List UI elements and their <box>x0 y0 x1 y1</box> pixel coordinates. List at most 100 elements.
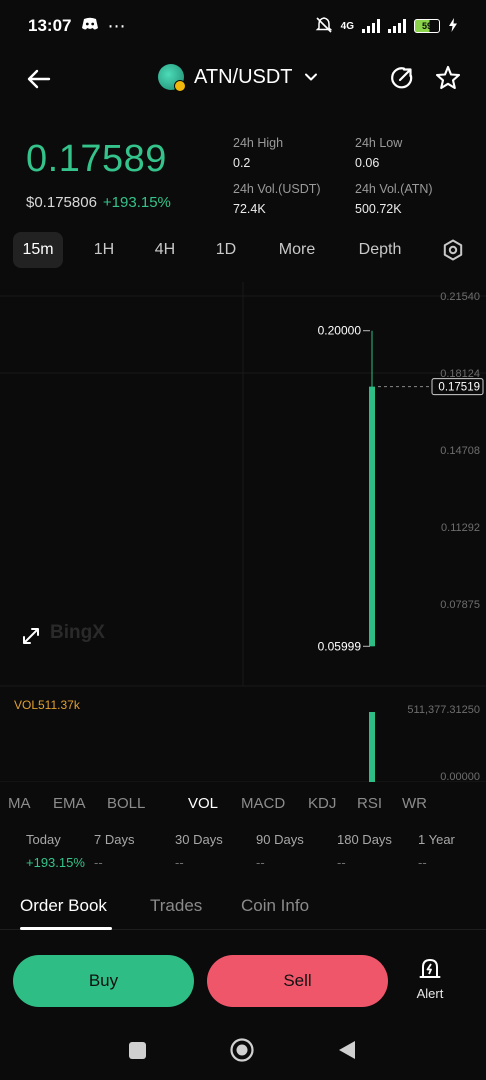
perf-label: 1 Year <box>418 832 455 847</box>
usd-price-row: $0.175806 +193.15% <box>26 194 171 211</box>
pair-selector[interactable]: ATN/USDT <box>158 64 319 92</box>
indicator-ema[interactable]: EMA <box>53 795 86 812</box>
coin-logo-icon <box>158 64 186 92</box>
recent-apps-icon[interactable] <box>129 1042 146 1059</box>
back-arrow-icon[interactable] <box>24 64 54 94</box>
perf-90-days: 90 Days -- <box>256 832 304 870</box>
buy-button[interactable]: Buy <box>13 955 194 1007</box>
price-chart[interactable]: 0.215400.181240.147080.112920.07875 Bing… <box>0 282 486 782</box>
perf-label: 7 Days <box>94 832 135 847</box>
high-price-label: 0.20000 <box>318 324 362 338</box>
indicator-kdj[interactable]: KDJ <box>308 795 336 812</box>
volume-tick-label: 0.00000 <box>440 771 480 782</box>
y-tick-label: 0.14708 <box>440 445 480 457</box>
perf-value: -- <box>256 855 265 870</box>
system-nav-bar <box>129 1038 355 1062</box>
stat-24h-low: 24h Low 0.06 <box>355 136 402 170</box>
pair-title: ATN/USDT <box>194 65 293 88</box>
indicator-vol[interactable]: VOL <box>188 795 218 812</box>
indicator-boll[interactable]: BOLL <box>107 795 145 812</box>
usd-price: $0.175806 <box>26 194 97 211</box>
timeframe-more[interactable]: More <box>270 232 324 268</box>
last-price-label: 0.17519 <box>438 382 480 394</box>
stat-24h-vol-atn: 24h Vol.(ATN) 500.72K <box>355 182 433 216</box>
indicator-wr[interactable]: WR <box>402 795 427 812</box>
perf-value: -- <box>337 855 346 870</box>
stat-label: 24h Low <box>355 136 403 150</box>
stat-label: 24h High <box>233 136 284 150</box>
expand-icon[interactable] <box>23 628 39 644</box>
y-tick-label: 0.11292 <box>441 522 480 534</box>
signal-2-icon <box>388 19 406 33</box>
chart-settings-icon[interactable] <box>441 238 465 262</box>
perf-value: -- <box>175 855 184 870</box>
price-change: +193.15% <box>102 194 171 211</box>
indicator-macd[interactable]: MACD <box>241 795 285 812</box>
tab-coin-info[interactable]: Coin Info <box>241 896 309 916</box>
mute-icon <box>315 16 333 37</box>
signal-icon <box>362 19 380 33</box>
stat-value: 0.06 <box>355 156 380 170</box>
alert-button[interactable]: Alert <box>404 956 456 1008</box>
stat-label: 24h Vol.(USDT) <box>233 182 321 196</box>
home-icon[interactable] <box>230 1038 254 1062</box>
volume-bars <box>369 712 375 782</box>
volume-bar <box>369 712 375 782</box>
timeframe-1d[interactable]: 1D <box>206 232 246 268</box>
perf-1-year: 1 Year -- <box>418 832 455 870</box>
perf-label: 180 Days <box>337 832 392 847</box>
perf-7-days: 7 Days -- <box>94 832 134 870</box>
status-bar: 13:07 ⋯ 4G 59 <box>0 0 486 52</box>
watermark: BingX <box>50 622 105 643</box>
more-notifications-icon: ⋯ <box>107 15 127 36</box>
y-tick-label: 0.07875 <box>440 599 480 611</box>
volume-tick-label: 511,377.31250 <box>407 704 480 716</box>
indicator-ma[interactable]: MA <box>8 795 31 812</box>
share-icon[interactable] <box>388 64 416 92</box>
network-type: 4G <box>340 20 354 32</box>
timeframe-4h[interactable]: 4H <box>145 232 185 268</box>
stat-24h-high: 24h High 0.2 <box>233 136 283 170</box>
y-tick-label: 0.21540 <box>440 291 480 303</box>
status-time: 13:07 <box>28 16 72 35</box>
volume-axis: 511,377.31250 0.00000 <box>407 704 480 782</box>
alert-bell-icon <box>419 958 441 978</box>
battery-icon: 59 <box>414 19 440 33</box>
tab-order-book[interactable]: Order Book <box>20 896 107 916</box>
y-axis: 0.215400.181240.147080.112920.07875 <box>440 291 480 611</box>
discord-icon <box>81 16 99 36</box>
stat-value: 0.2 <box>233 156 251 170</box>
perf-label: 30 Days <box>175 832 223 847</box>
header: ATN/USDT <box>0 52 486 106</box>
indicator-rsi[interactable]: RSI <box>357 795 382 812</box>
stat-label: 24h Vol.(ATN) <box>355 182 433 196</box>
last-price: 0.17589 <box>26 138 167 180</box>
bottom-tabs: Order Book Trades Coin Info <box>0 890 486 930</box>
perf-today: Today +193.15% <box>26 832 85 870</box>
volume-label: VOL511.37k <box>14 698 81 712</box>
back-nav-icon[interactable] <box>339 1041 355 1059</box>
perf-30-days: 30 Days -- <box>175 832 223 870</box>
timeframe-bar: 15m 1H 4H 1D More Depth <box>0 232 486 270</box>
perf-180-days: 180 Days -- <box>337 832 392 870</box>
chevron-down-icon <box>304 73 317 81</box>
indicator-bar: MA EMA BOLL VOL MACD KDJ RSI WR <box>0 790 486 820</box>
low-price-label: 0.05999 <box>318 639 362 653</box>
stat-24h-vol-usdt: 24h Vol.(USDT) 72.4K <box>233 182 321 216</box>
active-tab-indicator <box>20 927 112 930</box>
perf-value: +193.15% <box>26 855 85 870</box>
stat-value: 500.72K <box>355 202 402 216</box>
charging-icon <box>448 17 458 35</box>
candles <box>369 330 375 647</box>
favorite-star-icon[interactable] <box>434 64 462 92</box>
stat-value: 72.4K <box>233 202 266 216</box>
depth-tab[interactable]: Depth <box>350 232 410 268</box>
timeframe-1h[interactable]: 1H <box>84 232 124 268</box>
sell-button[interactable]: Sell <box>207 955 388 1007</box>
timeframe-15m[interactable]: 15m <box>13 232 63 268</box>
candle-body <box>369 386 375 647</box>
tab-trades[interactable]: Trades <box>150 896 202 916</box>
performance-row: Today +193.15% 7 Days -- 30 Days -- 90 D… <box>0 832 486 882</box>
perf-label: Today <box>26 832 61 847</box>
perf-value: -- <box>418 855 427 870</box>
